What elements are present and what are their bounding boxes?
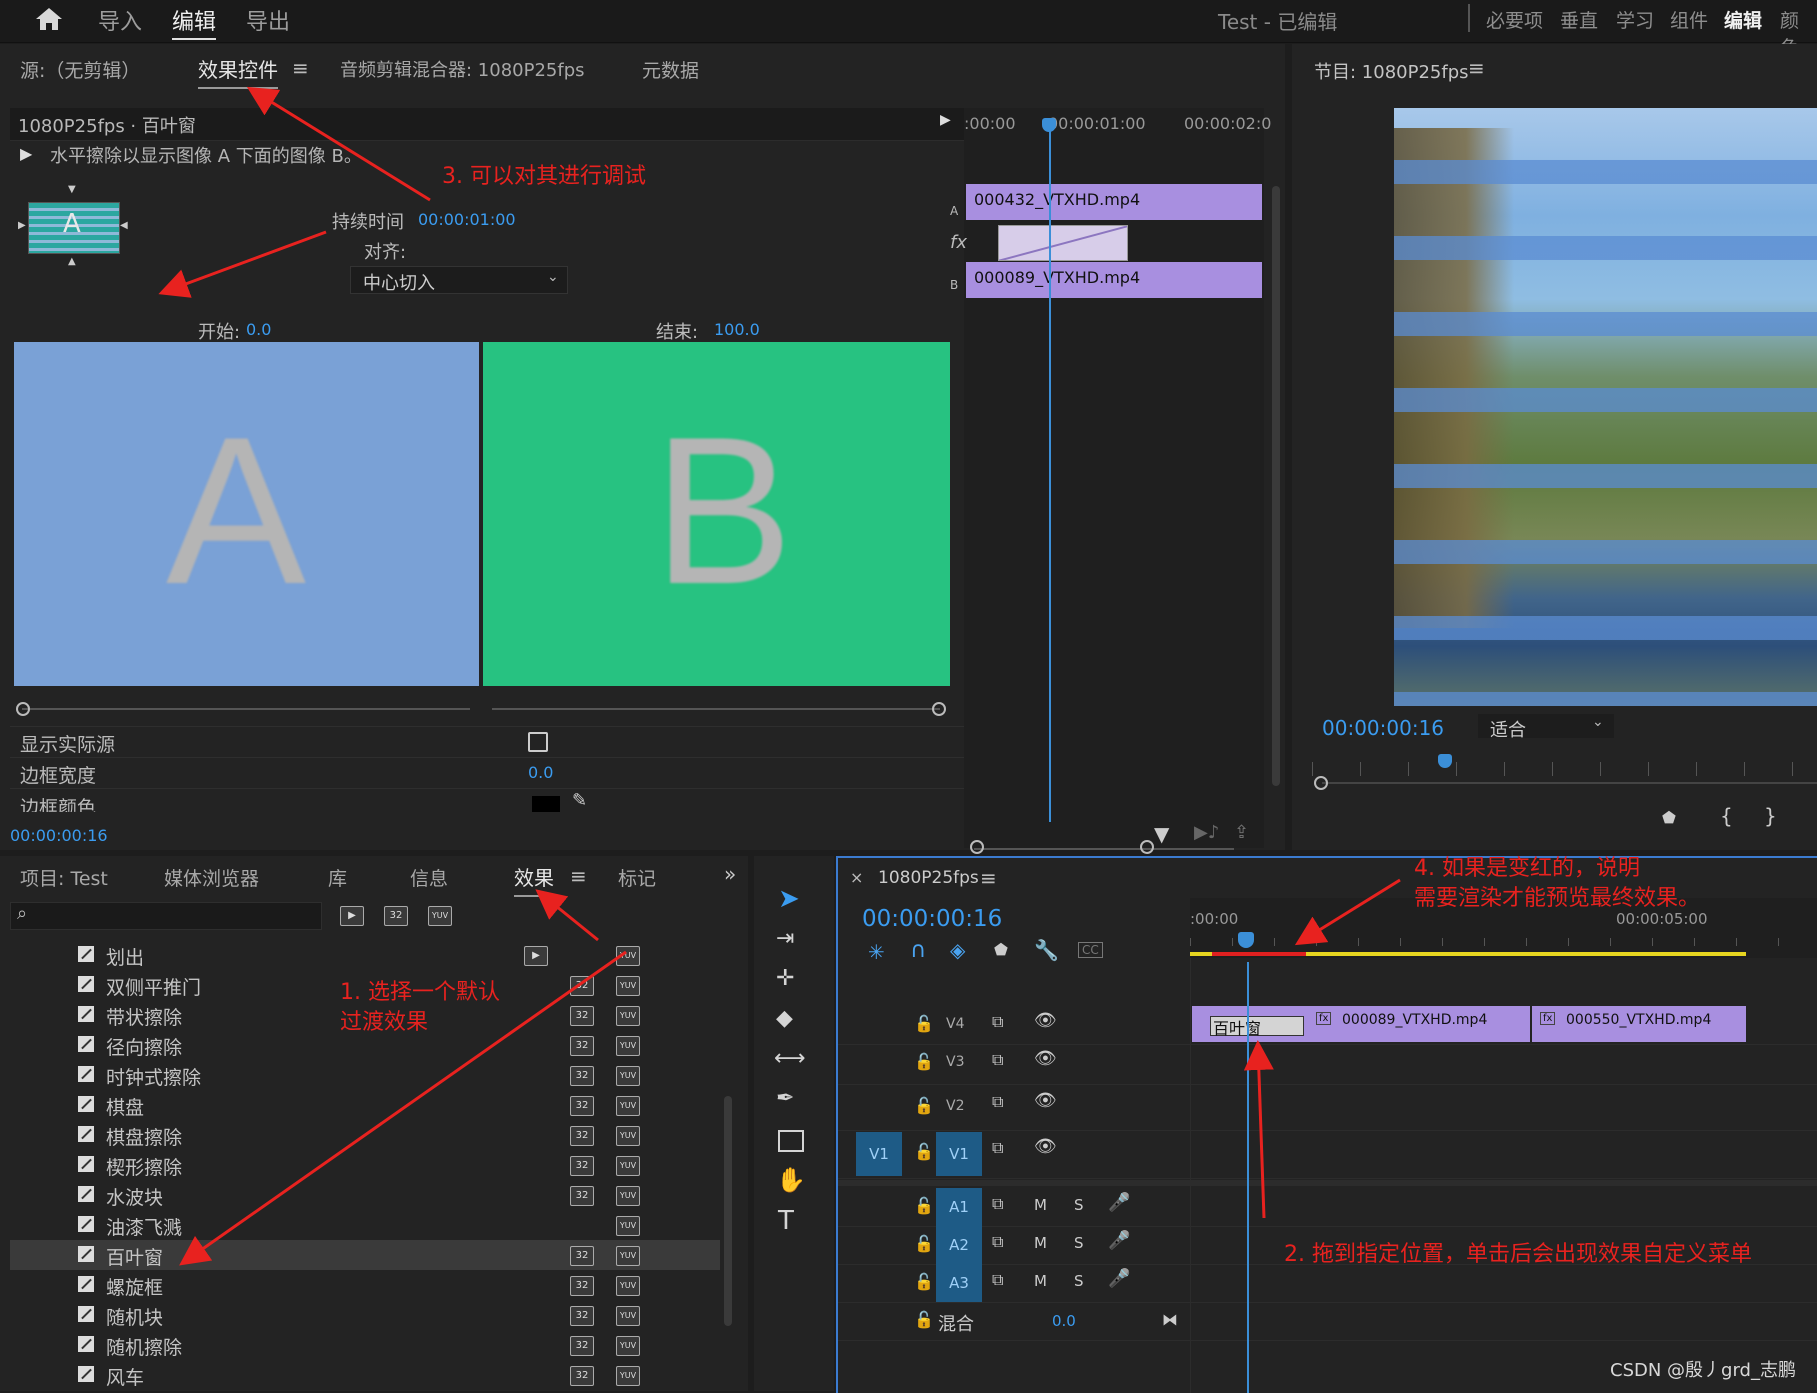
annotation-4: 4. 如果是变红的，说明 需要渲染才能预览最终效果。 (1414, 856, 1701, 911)
annotation-arrow-1a (535, 889, 599, 942)
annotation-arrow-2 (1243, 1040, 1274, 1219)
annotation-arrow-3a (246, 86, 431, 202)
annotation-1: 1. 选择一个默认 过渡效果 (340, 980, 500, 1035)
annotation-arrow-4 (1294, 878, 1401, 946)
watermark: CSDN @殷丿grd_志鹏 (1610, 1360, 1796, 1381)
annotation-arrows (158, 86, 1401, 1266)
annotation-2: 2. 拖到指定位置，单击后会出现效果自定义菜单 (1284, 1242, 1752, 1267)
annotation-3: 3. 可以对其进行调试 (442, 164, 646, 189)
annotation-arrow-3b (158, 230, 327, 298)
